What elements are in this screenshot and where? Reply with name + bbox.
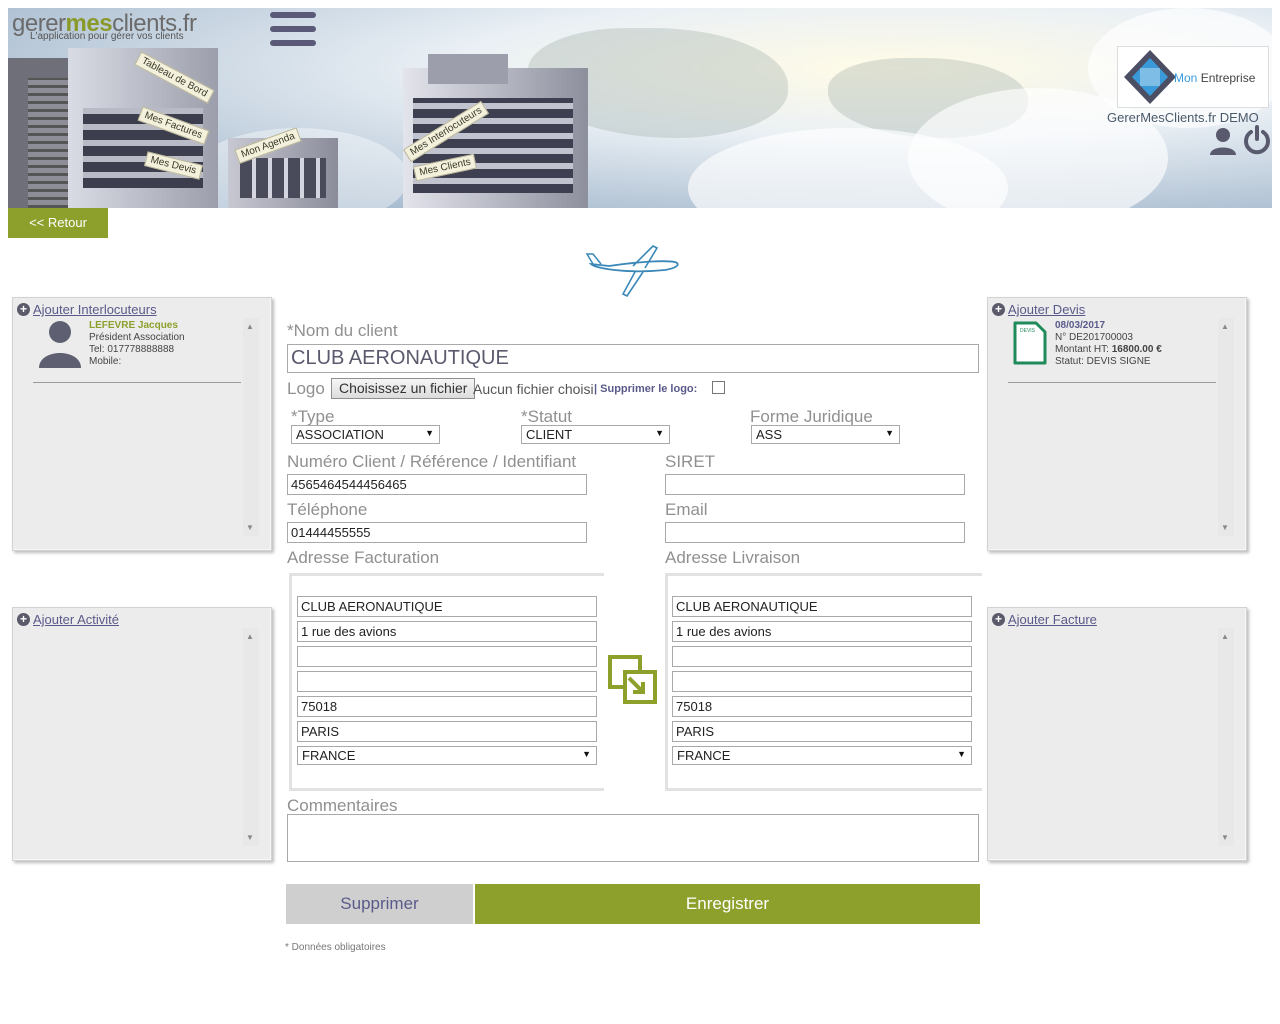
add-devis-link[interactable]: Ajouter Devis: [1008, 302, 1085, 317]
billing-line1-input[interactable]: 1 rue des avions: [297, 621, 597, 642]
user-icon[interactable]: [1208, 127, 1238, 155]
billing-country-select[interactable]: FRANCE ▼: [297, 746, 597, 765]
delivery-name-input[interactable]: CLUB AERONAUTIQUE: [672, 596, 972, 617]
add-activite-link[interactable]: Ajouter Activité: [33, 612, 119, 627]
delivery-country-select[interactable]: FRANCE ▼: [672, 746, 972, 765]
add-facture-link[interactable]: Ajouter Facture: [1008, 612, 1097, 627]
add-icon[interactable]: +: [17, 613, 30, 626]
back-button[interactable]: << Retour: [8, 208, 108, 238]
devis-date[interactable]: 08/03/2017: [1055, 320, 1105, 331]
add-interlocuteurs-link[interactable]: Ajouter Interlocuteurs: [33, 302, 157, 317]
legal-form-select[interactable]: ASS ▼: [751, 425, 900, 444]
delivery-line2-input[interactable]: [672, 646, 972, 667]
document-icon[interactable]: DEVIS: [1012, 320, 1048, 366]
delivery-city-input[interactable]: PARIS: [672, 721, 972, 742]
scrollbar[interactable]: ▲ ▼: [243, 628, 259, 846]
devis-list: DEVIS 08/03/2017 N° DE201700003 Montant …: [1008, 318, 1236, 536]
choose-file-button[interactable]: Choisissez un fichier: [331, 378, 476, 399]
account-label: GererMesClients.fr DEMO: [1107, 110, 1259, 125]
facture-panel: + Ajouter Facture ▲ ▼: [987, 607, 1247, 861]
delete-button[interactable]: Supprimer: [286, 884, 473, 924]
save-button[interactable]: Enregistrer: [475, 884, 980, 924]
power-icon[interactable]: [1242, 125, 1272, 155]
contact-phone: Tel: 017778888888: [89, 344, 175, 355]
remove-logo-label: | Supprimer le logo:: [594, 383, 698, 395]
delivery-line3-input[interactable]: [672, 671, 972, 692]
app-tagline: L'application pour gérer vos clients: [30, 31, 184, 42]
chevron-down-icon: ▼: [885, 428, 894, 438]
siret-label: SIRET: [665, 452, 716, 471]
client-name-label: *Nom du client: [287, 321, 398, 340]
logo-label: Logo: [287, 379, 325, 398]
phone-input[interactable]: 01444455555: [287, 522, 587, 543]
file-status: Aucun fichier choisi: [473, 381, 594, 397]
client-number-label: Numéro Client / Référence / Identifiant: [287, 452, 577, 471]
type-label: *Type: [291, 407, 335, 426]
contact-role: Président Association: [89, 332, 185, 343]
email-label: Email: [665, 500, 708, 519]
devis-amount: Montant HT: 16800.00 €: [1055, 344, 1162, 355]
header-banner: Tableau de Bord Mes Factures Mes Devis M…: [8, 8, 1272, 208]
billing-zip-input[interactable]: 75018: [297, 696, 597, 717]
interlocuteurs-panel: + Ajouter Interlocuteurs LEFEVRE Jacques…: [12, 297, 272, 551]
chevron-down-icon: ▼: [957, 749, 966, 759]
add-icon[interactable]: +: [992, 613, 1005, 626]
contact-list: LEFEVRE Jacques Président Association Te…: [33, 318, 261, 536]
avatar[interactable]: [37, 318, 83, 368]
airplane-icon: [585, 244, 685, 298]
add-icon[interactable]: +: [992, 303, 1005, 316]
billing-address-label: Adresse Facturation: [287, 548, 440, 567]
scrollbar[interactable]: ▲ ▼: [1218, 318, 1234, 536]
status-label: *Statut: [521, 407, 573, 426]
scrollbar[interactable]: ▲ ▼: [1218, 628, 1234, 846]
email-input[interactable]: [665, 522, 965, 543]
activite-panel: + Ajouter Activité ▲ ▼: [12, 607, 272, 861]
scrollbar[interactable]: ▲ ▼: [243, 318, 259, 536]
type-select[interactable]: ASSOCIATION ▼: [291, 425, 440, 444]
siret-input[interactable]: [665, 474, 965, 495]
divider: [1008, 382, 1216, 383]
required-note: * Données obligatoires: [285, 942, 386, 953]
comments-textarea[interactable]: [287, 814, 979, 862]
devis-number: N° DE201700003: [1055, 332, 1133, 343]
chevron-down-icon: ▼: [425, 428, 434, 438]
svg-text:DEVIS: DEVIS: [1020, 328, 1036, 334]
delivery-address-label: Adresse Livraison: [665, 548, 801, 567]
status-select[interactable]: CLIENT ▼: [521, 425, 670, 444]
devis-status: Statut: DEVIS SIGNE: [1055, 356, 1151, 367]
billing-line3-input[interactable]: [297, 671, 597, 692]
add-icon[interactable]: +: [17, 303, 30, 316]
contact-mobile: Mobile:: [89, 356, 122, 367]
comments-label: Commentaires: [287, 796, 398, 815]
remove-logo-checkbox[interactable]: [712, 381, 725, 394]
billing-city-input[interactable]: PARIS: [297, 721, 597, 742]
billing-line2-input[interactable]: [297, 646, 597, 667]
delivery-zip-input[interactable]: 75018: [672, 696, 972, 717]
company-name: Mon Entreprise: [1174, 71, 1256, 85]
copy-address-icon[interactable]: [607, 654, 659, 706]
devis-panel: + Ajouter Devis DEVIS 08/03/2017 N° DE20…: [987, 297, 1247, 551]
divider: [33, 382, 241, 383]
menu-icon[interactable]: [270, 12, 316, 46]
billing-name-input[interactable]: CLUB AERONAUTIQUE: [297, 596, 597, 617]
delivery-line1-input[interactable]: 1 rue des avions: [672, 621, 972, 642]
contact-name[interactable]: LEFEVRE Jacques: [89, 320, 178, 331]
client-number-input[interactable]: 4565464544456465: [287, 474, 587, 495]
chevron-down-icon: ▼: [582, 749, 591, 759]
legal-form-label: Forme Juridique: [750, 407, 873, 426]
chevron-down-icon: ▼: [655, 428, 664, 438]
client-name-input[interactable]: CLUB AERONAUTIQUE: [287, 344, 979, 373]
phone-label: Téléphone: [287, 500, 368, 519]
